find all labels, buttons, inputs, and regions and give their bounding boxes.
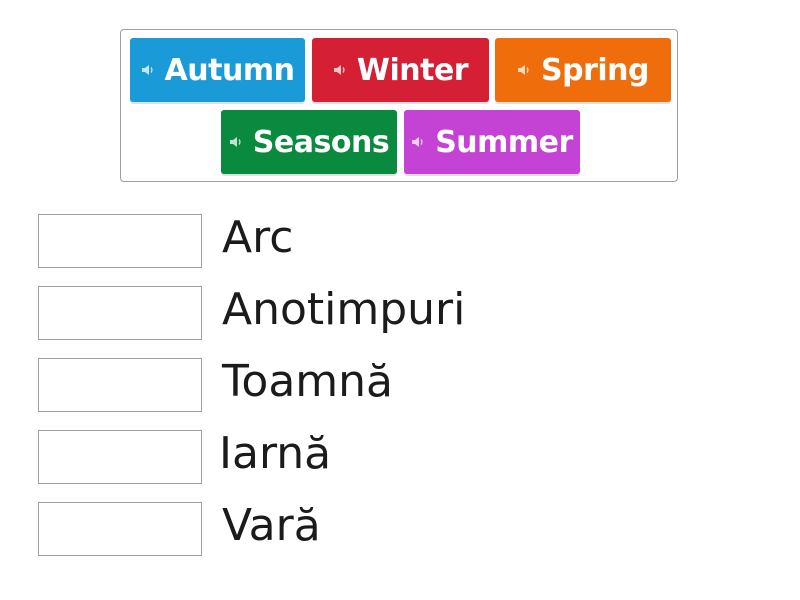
word-bank: Autumn Winter Spring Seasons Summer	[120, 29, 678, 182]
speaker-icon[interactable]	[411, 135, 425, 149]
speaker-icon[interactable]	[229, 135, 243, 149]
tile-autumn[interactable]: Autumn	[130, 38, 305, 102]
drop-target[interactable]	[38, 358, 202, 412]
match-row: Arc	[38, 212, 598, 270]
target-label: Toamnă	[222, 356, 393, 407]
speaker-icon[interactable]	[333, 63, 347, 77]
target-label: Anotimpuri	[222, 284, 466, 335]
drop-target[interactable]	[38, 430, 202, 484]
match-row: Toamnă	[38, 356, 598, 414]
match-row: Anotimpuri	[38, 284, 598, 342]
tile-label: Autumn	[164, 52, 295, 88]
tile-label: Spring	[541, 52, 650, 88]
target-label: Iarnă	[219, 428, 332, 479]
tile-label: Seasons	[252, 124, 390, 160]
target-label: Arc	[222, 212, 294, 263]
tile-summer[interactable]: Summer	[404, 110, 580, 174]
speaker-icon[interactable]	[141, 63, 155, 77]
drop-target[interactable]	[38, 502, 202, 556]
tile-seasons[interactable]: Seasons	[221, 110, 397, 174]
match-row: Vară	[38, 500, 598, 558]
tile-label: Winter	[356, 52, 469, 88]
tile-spring[interactable]: Spring	[495, 38, 671, 102]
match-row: Iarnă	[38, 428, 598, 486]
target-label: Vară	[222, 500, 321, 551]
drop-target[interactable]	[38, 214, 202, 268]
tile-winter[interactable]: Winter	[312, 38, 489, 102]
speaker-icon[interactable]	[517, 63, 531, 77]
drop-target[interactable]	[38, 286, 202, 340]
tile-label: Summer	[435, 124, 573, 160]
